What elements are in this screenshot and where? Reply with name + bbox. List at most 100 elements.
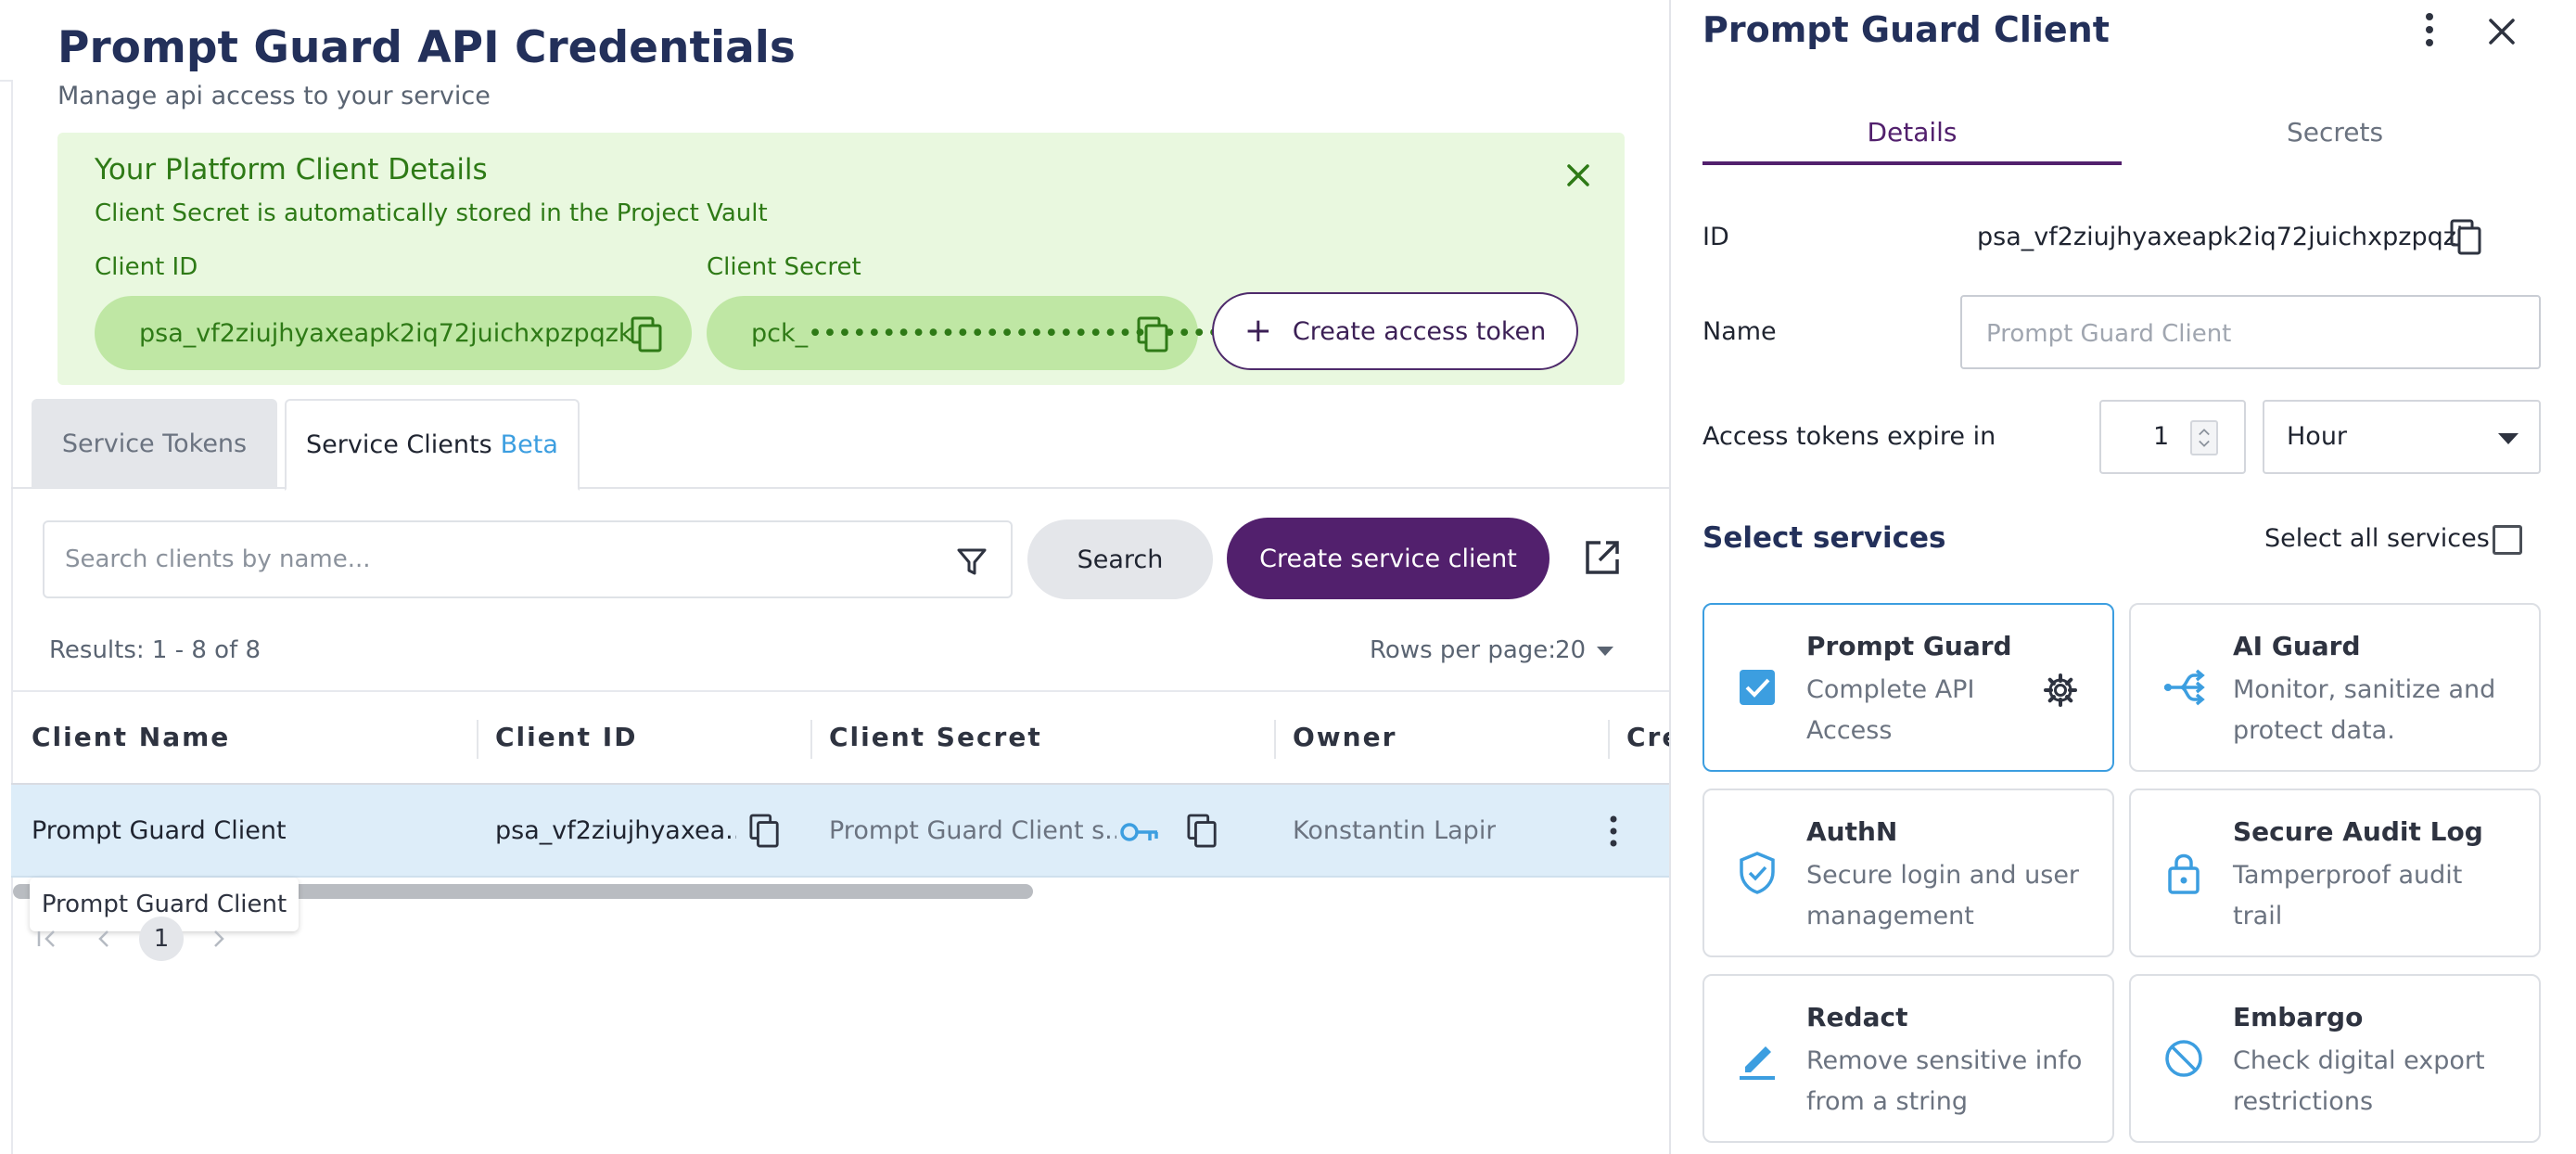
stepper-icon[interactable] <box>2190 420 2218 455</box>
close-icon[interactable] <box>2483 13 2520 50</box>
client-secret-pill: pck_••••••••••••••••••••••••••••oqv3 <box>707 296 1283 370</box>
more-vertical-icon[interactable] <box>1604 813 1623 850</box>
expire-unit-value: Hour <box>2287 422 2348 451</box>
page-number[interactable]: 1 <box>139 917 184 961</box>
key-icon[interactable] <box>1120 818 1161 846</box>
column-header-created[interactable]: Cre <box>1626 722 1669 752</box>
column-header-client-id[interactable]: Client ID <box>495 722 637 752</box>
close-icon[interactable] <box>1560 157 1597 194</box>
notice-title: Your Platform Client Details <box>95 153 488 186</box>
client-secret-value: pck_••••••••••••••••••••••••••••oqv3 <box>751 318 1283 348</box>
create-access-token-label: Create access token <box>1292 316 1547 346</box>
cell-owner: Konstantin Lapir <box>1293 816 1497 845</box>
tab-service-clients-label: Service Clients <box>306 430 492 459</box>
select-all-checkbox[interactable] <box>2493 525 2522 555</box>
service-card-prompt-guard[interactable]: Prompt Guard Complete API Access <box>1702 603 2114 772</box>
name-field-box <box>1960 295 2541 369</box>
tab-bar: Service Tokens Service Clients Beta <box>11 399 1669 491</box>
first-page-icon[interactable] <box>28 920 65 957</box>
service-card-authn[interactable]: AuthN Secure login and user management <box>1702 789 2114 957</box>
tab-service-tokens-label: Service Tokens <box>61 429 248 458</box>
table-header: Client Name Client ID Client Secret Owne… <box>11 690 1669 785</box>
open-external-icon[interactable] <box>1582 537 1623 578</box>
copy-icon[interactable] <box>631 316 664 353</box>
notice-subtitle: Client Secret is automatically stored in… <box>95 199 768 227</box>
service-description: Remove sensitive info from a string <box>1806 1046 2083 1116</box>
cell-client-name: Prompt Guard Client <box>32 816 287 845</box>
pen-icon <box>1740 1046 1775 1080</box>
create-access-token-button[interactable]: + Create access token <box>1212 292 1578 370</box>
copy-icon[interactable] <box>2450 219 2483 256</box>
results-summary: Results: 1 - 8 of 8 <box>49 636 261 664</box>
tab-details[interactable]: Details <box>1702 100 2122 163</box>
expire-number-value: 1 <box>2153 422 2170 451</box>
tab-service-clients[interactable]: Service Clients Beta <box>285 399 580 491</box>
caret-down-icon <box>2498 433 2519 444</box>
copy-icon[interactable] <box>749 813 781 850</box>
pagination: 1 <box>28 917 237 961</box>
name-field[interactable] <box>1986 314 2506 354</box>
plus-icon: + <box>1243 312 1272 350</box>
select-all-label: Select all services <box>2264 524 2490 553</box>
gear-icon[interactable] <box>2042 672 2079 709</box>
search-box <box>43 520 1013 598</box>
id-value: psa_vf2ziujhyaxeapk2iq72juichxpzpqzk <box>1977 223 2471 251</box>
caret-down-icon[interactable] <box>1597 647 1613 656</box>
panel-title: Prompt Guard Client <box>1702 9 2110 50</box>
service-description: Tamperproof audit trail <box>2233 861 2463 930</box>
column-divider <box>810 720 812 759</box>
table-row[interactable]: Prompt Guard Client psa_vf2ziujhyaxea...… <box>11 785 1669 878</box>
column-header-client-secret[interactable]: Client Secret <box>829 722 1042 752</box>
expire-label: Access tokens expire in <box>1702 422 1996 451</box>
search-input[interactable] <box>65 539 899 580</box>
header-divider <box>0 80 13 82</box>
page-subtitle: Manage api access to your service <box>57 82 491 110</box>
copy-icon[interactable] <box>1187 813 1218 850</box>
client-id-label: Client ID <box>95 253 198 281</box>
service-card-secure-audit-log[interactable]: Secure Audit Log Tamperproof audit trail <box>2129 789 2541 957</box>
service-name: Embargo <box>2233 1002 2364 1032</box>
column-divider <box>1608 720 1610 759</box>
cell-client-secret: Prompt Guard Client s... <box>829 816 1116 845</box>
service-description: Complete API Access <box>1806 675 1975 745</box>
tab-service-tokens[interactable]: Service Tokens <box>32 399 277 488</box>
block-icon <box>2165 1040 2202 1077</box>
lock-icon <box>2168 853 2200 894</box>
service-card-redact[interactable]: Redact Remove sensitive info from a stri… <box>1702 974 2114 1143</box>
name-label: Name <box>1702 317 1777 346</box>
service-description: Secure login and user management <box>1806 861 2080 930</box>
service-name: Redact <box>1806 1002 1908 1032</box>
client-details-notice: Your Platform Client Details Client Secr… <box>57 133 1625 385</box>
service-card-ai-guard[interactable]: AI Guard Monitor, sanitize and protect d… <box>2129 603 2541 772</box>
service-name: AuthN <box>1806 816 1898 847</box>
client-id-value: psa_vf2ziujhyaxeapk2iq72juichxpzpqzk <box>139 318 633 348</box>
search-button[interactable]: Search <box>1027 519 1213 599</box>
branch-arrows-icon <box>2164 669 2205 706</box>
column-header-owner[interactable]: Owner <box>1293 722 1396 752</box>
checkbox-checked-icon[interactable] <box>1734 664 1780 711</box>
service-description: Monitor, sanitize and protect data. <box>2233 675 2496 745</box>
service-card-embargo[interactable]: Embargo Check digital export restriction… <box>2129 974 2541 1143</box>
expire-unit-select[interactable]: Hour <box>2263 400 2541 474</box>
filter-icon[interactable] <box>953 543 990 580</box>
cell-client-id: psa_vf2ziujhyaxea... <box>495 816 736 845</box>
chevron-right-icon[interactable] <box>200 920 237 957</box>
select-services-heading: Select services <box>1702 521 1946 555</box>
tab-secrets[interactable]: Secrets <box>2125 100 2544 163</box>
column-divider <box>477 720 478 759</box>
column-header-client-name[interactable]: Client Name <box>32 722 230 752</box>
client-secret-label: Client Secret <box>707 253 861 281</box>
service-description: Check digital export restrictions <box>2233 1046 2485 1116</box>
service-name: AI Guard <box>2233 631 2361 661</box>
more-vertical-icon[interactable] <box>2413 11 2446 48</box>
expire-number-input[interactable]: 1 <box>2099 400 2246 474</box>
sidebar-divider <box>11 82 13 1154</box>
copy-icon[interactable] <box>1137 316 1170 353</box>
client-id-pill: psa_vf2ziujhyaxeapk2iq72juichxpzpqzk <box>95 296 692 370</box>
create-service-client-button[interactable]: Create service client <box>1227 518 1549 599</box>
rows-per-page-select[interactable]: 20 <box>1555 636 1586 664</box>
rows-per-page-label: Rows per page: <box>1370 636 1557 664</box>
active-tab-indicator <box>1702 161 2122 165</box>
beta-badge: Beta <box>500 430 558 459</box>
chevron-left-icon[interactable] <box>85 920 122 957</box>
